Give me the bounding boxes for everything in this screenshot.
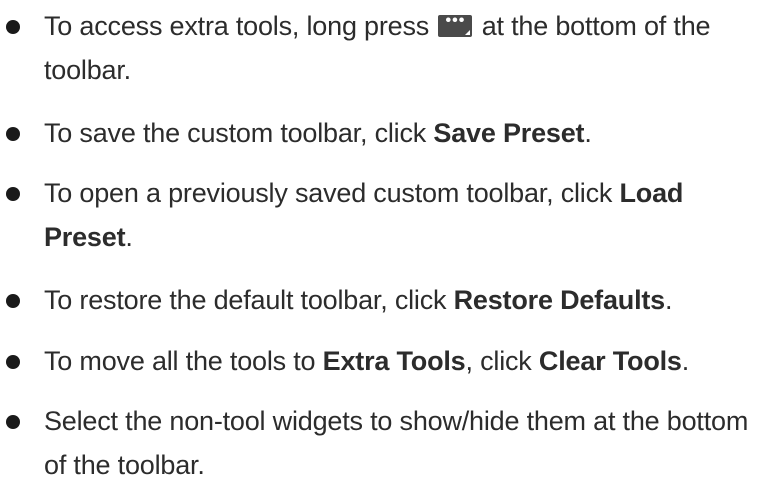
item-text-middle: , click (465, 346, 539, 376)
bullet-dot (6, 127, 20, 141)
list-item-text: Select the non-tool widgets to show/hide… (44, 399, 764, 487)
item-text-after: . (125, 222, 133, 252)
item-text-after: . (584, 118, 592, 148)
item-text-before: To access extra tools, long press (44, 11, 437, 41)
item-text-bold: Extra Tools (322, 346, 466, 376)
item-text-before: To restore the default toolbar, click (44, 285, 454, 315)
bullet-dot (6, 187, 20, 201)
list-item-text: To access extra tools, long press ••• at… (44, 4, 764, 92)
corner-triangle (465, 30, 471, 35)
item-text-bold: Save Preset (433, 118, 585, 148)
item-text-bold-2: Clear Tools (538, 346, 682, 376)
bullet-dot (6, 20, 20, 34)
item-text-before: Select the non-tool widgets to show/hide… (44, 406, 749, 480)
more-options-icon: ••• (438, 12, 473, 37)
item-text-before: To move all the tools to (44, 346, 323, 376)
item-text-before: To save the custom toolbar, click (44, 118, 434, 148)
list-item-text: To move all the tools to Extra Tools, cl… (44, 339, 764, 383)
dots-glyph: ••• (445, 12, 466, 29)
bullet-dot (6, 415, 20, 429)
item-text-bold: Restore Defaults (453, 285, 666, 315)
bullet-dot (6, 355, 20, 369)
item-text-before: To open a previously saved custom toolba… (44, 178, 620, 208)
list-item-text: To save the custom toolbar, click Save P… (44, 111, 764, 155)
item-text-after: . (681, 346, 690, 376)
list-item-text: To open a previously saved custom toolba… (44, 171, 764, 259)
item-text-after: . (665, 285, 673, 315)
bullet-dot (6, 294, 20, 308)
list-item-text: To restore the default toolbar, click Re… (44, 278, 764, 322)
